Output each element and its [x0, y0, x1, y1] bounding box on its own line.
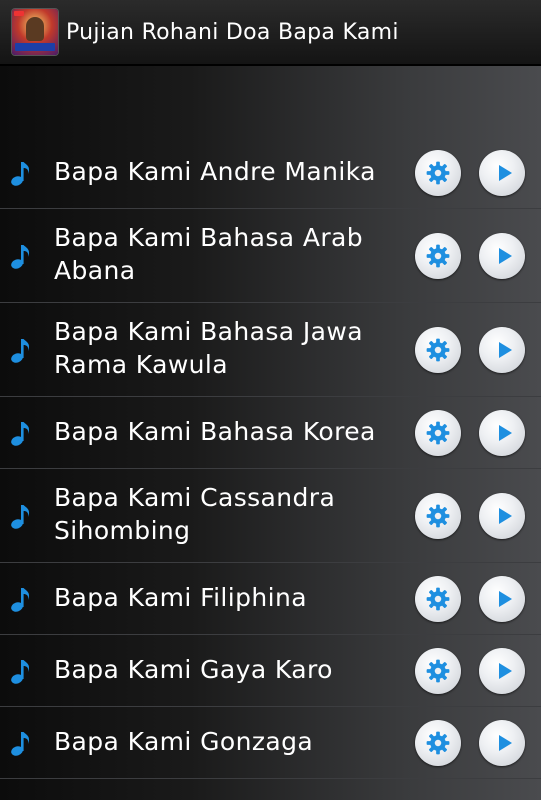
gear-icon: [425, 160, 451, 186]
music-note-icon: [10, 159, 32, 187]
play-icon: [492, 731, 516, 755]
song-title: Bapa Kami Filiphina: [54, 582, 307, 612]
play-icon: [492, 659, 516, 683]
settings-button[interactable]: [415, 648, 461, 694]
play-button[interactable]: [479, 493, 525, 539]
play-button[interactable]: [479, 233, 525, 279]
settings-button[interactable]: [415, 576, 461, 622]
music-note-icon: [10, 502, 32, 530]
gear-icon: [425, 586, 451, 612]
song-title: Bapa Kami Bahasa Jawa Rama Kawula: [54, 317, 363, 379]
gear-icon: [425, 420, 451, 446]
app-title: Pujian Rohani Doa Bapa Kami: [66, 19, 399, 45]
play-button[interactable]: [479, 648, 525, 694]
gear-icon: [425, 503, 451, 529]
settings-button[interactable]: [415, 327, 461, 373]
settings-button[interactable]: [415, 493, 461, 539]
app-logo-icon: [12, 9, 58, 55]
gear-icon: [425, 337, 451, 363]
music-note-icon: [10, 657, 32, 685]
music-note-icon: [10, 242, 32, 270]
list-item[interactable]: Bapa Kami Bahasa Arab Abana: [0, 209, 541, 303]
play-button[interactable]: [479, 720, 525, 766]
list-item[interactable]: Bapa Kami Cassandra Sihombing: [0, 469, 541, 563]
list-item[interactable]: Bapa Kami Gaya Karo: [0, 635, 541, 707]
song-title: Bapa Kami Gaya Karo: [54, 654, 333, 684]
title-bar: Pujian Rohani Doa Bapa Kami: [0, 0, 541, 66]
music-note-icon: [10, 419, 32, 447]
song-title: Bapa Kami Cassandra Sihombing: [54, 483, 336, 545]
list-item[interactable]: Bapa Kami Bahasa Jawa Rama Kawula: [0, 303, 541, 397]
gear-icon: [425, 658, 451, 684]
song-title: Bapa Kami Andre Manika: [54, 156, 376, 186]
music-note-icon: [10, 729, 32, 757]
music-note-icon: [10, 585, 32, 613]
settings-button[interactable]: [415, 720, 461, 766]
play-icon: [492, 587, 516, 611]
play-button[interactable]: [479, 576, 525, 622]
list-item[interactable]: Bapa Kami Gonzaga: [0, 707, 541, 779]
gear-icon: [425, 730, 451, 756]
settings-button[interactable]: [415, 410, 461, 456]
play-icon: [492, 504, 516, 528]
list-item[interactable]: Bapa Kami Bahasa Korea: [0, 397, 541, 469]
gear-icon: [425, 243, 451, 269]
song-title: Bapa Kami Bahasa Korea: [54, 416, 376, 446]
music-note-icon: [10, 336, 32, 364]
song-list: Bapa Kami Andre Manika Bapa Kami Bahasa A…: [0, 137, 541, 779]
play-icon: [492, 161, 516, 185]
play-icon: [492, 244, 516, 268]
play-icon: [492, 421, 516, 445]
list-item[interactable]: Bapa Kami Andre Manika: [0, 137, 541, 209]
list-item[interactable]: Bapa Kami Filiphina: [0, 563, 541, 635]
play-button[interactable]: [479, 327, 525, 373]
song-title: Bapa Kami Bahasa Arab Abana: [54, 223, 364, 285]
play-button[interactable]: [479, 150, 525, 196]
song-title: Bapa Kami Gonzaga: [54, 726, 314, 756]
play-button[interactable]: [479, 410, 525, 456]
settings-button[interactable]: [415, 150, 461, 196]
play-icon: [492, 338, 516, 362]
settings-button[interactable]: [415, 233, 461, 279]
